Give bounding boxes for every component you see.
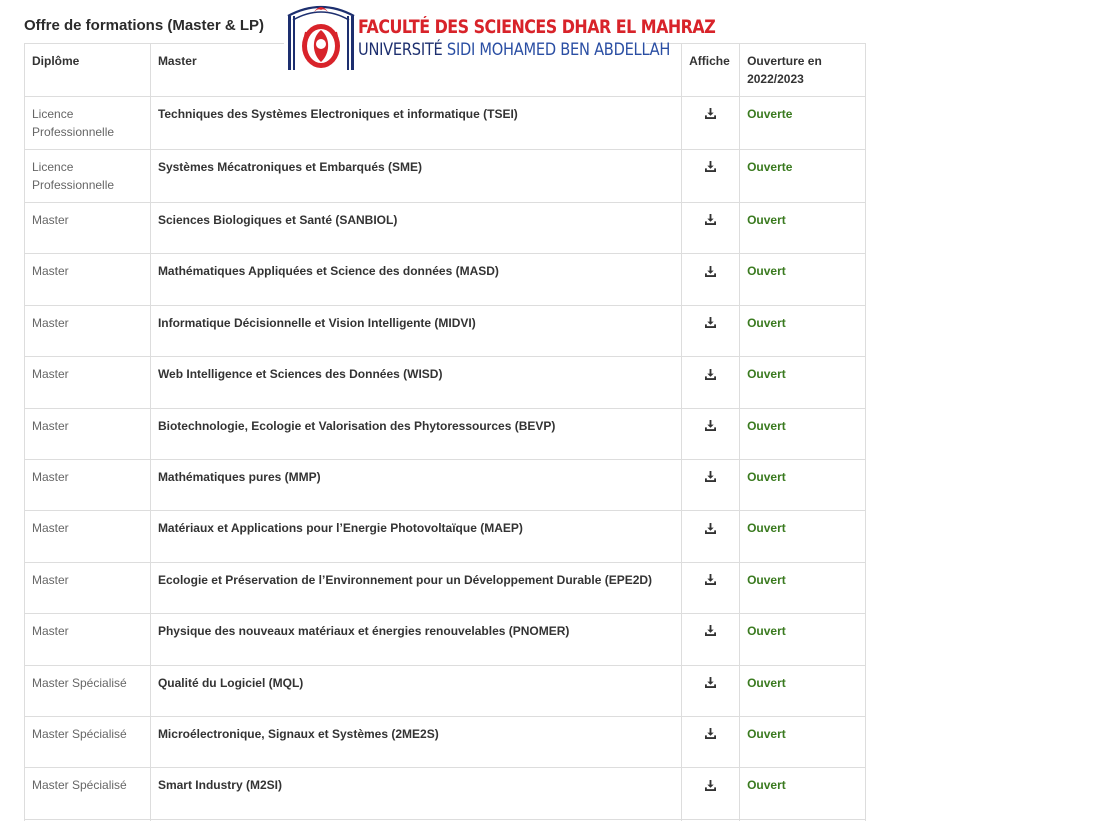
cell-diplome: Master Spécialisé xyxy=(24,767,151,820)
cell-affiche[interactable] xyxy=(681,304,741,358)
download-icon[interactable] xyxy=(705,161,717,173)
cell-affiche[interactable] xyxy=(681,715,741,769)
download-icon[interactable] xyxy=(705,317,717,329)
download-icon[interactable] xyxy=(705,574,717,586)
cell-master: Mathématiques pures (MMP) xyxy=(149,458,683,512)
cell-diplome: Master xyxy=(24,458,151,512)
cell-status: Ouvert xyxy=(739,561,866,615)
faculty-logo: FACULTÉ DES SCIENCES DHAR EL MAHRAZ UNIV… xyxy=(284,2,716,76)
table-row: Master Ecologie et Préservation de l’Envi… xyxy=(24,561,866,615)
cell-diplome: Master xyxy=(24,253,151,306)
cell-affiche[interactable] xyxy=(681,458,741,512)
table-row: Licence Professionnelle Systèmes Mécatron… xyxy=(24,149,866,203)
cell-master: Techniques des Systèmes Electroniques et… xyxy=(149,96,683,150)
cell-diplome: Master Spécialisé xyxy=(24,664,151,717)
page: Offre de formations (Master & LP) Diplôm… xyxy=(0,0,1099,821)
cell-status: Ouvert xyxy=(739,510,866,563)
cell-status: Ouvert xyxy=(739,304,866,358)
cell-master: Mathématiques Appliquées et Science des … xyxy=(149,253,683,306)
cell-master: Microélectronique, Signaux et Systèmes (… xyxy=(149,715,683,769)
cell-status: Ouvert xyxy=(739,356,866,409)
cell-affiche[interactable] xyxy=(681,407,741,460)
cell-master: Sciences Biologiques et Santé (SANBIOL) xyxy=(149,201,683,255)
table-row: Master Matériaux et Applications pour l’E… xyxy=(24,510,866,563)
cell-diplome: Licence Professionnelle xyxy=(24,96,151,150)
table-row: Master Spécialisé Microélectronique, Sign… xyxy=(24,715,866,769)
cell-status: Ouvert xyxy=(739,767,866,820)
table-row: Master Informatique Décisionnelle et Visi… xyxy=(24,304,866,358)
download-icon[interactable] xyxy=(705,108,717,120)
cell-master: Informatique Décisionnelle et Vision Int… xyxy=(149,304,683,358)
cell-status: Ouvert xyxy=(739,201,866,255)
table-row: Master Spécialisé Qualité du Logiciel (MQ… xyxy=(24,664,866,717)
cell-master: Smart Industry (M2SI) xyxy=(149,767,683,820)
logo-subtitle-name: SIDI MOHAMED BEN ABDELLAH xyxy=(446,39,671,60)
cell-affiche[interactable] xyxy=(681,96,741,150)
cell-status: Ouvert xyxy=(739,613,866,666)
cell-status: Ouverte xyxy=(739,149,866,203)
table-row: Master Mathématiques pures (MMP) Ouvert xyxy=(24,458,866,512)
university-emblem-icon xyxy=(287,6,355,70)
table-row: Master Biotechnologie, Ecologie et Valori… xyxy=(24,407,866,460)
download-icon[interactable] xyxy=(705,368,717,380)
table-row: Master Spécialisé Smart Industry (M2SI) Ou… xyxy=(24,767,866,820)
cell-affiche[interactable] xyxy=(681,613,741,666)
table-row: Licence Professionnelle Techniques des Sy… xyxy=(24,96,866,150)
cell-affiche[interactable] xyxy=(681,201,741,255)
download-icon[interactable] xyxy=(705,676,717,688)
download-icon[interactable] xyxy=(705,265,717,277)
cell-diplome: Master xyxy=(24,304,151,358)
cell-affiche[interactable] xyxy=(681,510,741,563)
cell-affiche[interactable] xyxy=(681,767,741,820)
cell-master: Physique des nouveaux matériaux et énerg… xyxy=(149,613,683,666)
cell-affiche[interactable] xyxy=(681,664,741,717)
cell-status: Ouvert xyxy=(739,407,866,460)
formations-table: Diplôme Master Affiche Ouverture en 2022… xyxy=(24,43,866,821)
cell-affiche[interactable] xyxy=(681,356,741,409)
logo-subtitle-prefix: UNIVERSITÉ xyxy=(358,39,447,60)
section-title: Offre de formations (Master & LP) xyxy=(24,17,265,34)
cell-master: Matériaux et Applications pour l’Energie… xyxy=(149,510,683,563)
cell-master: Web Intelligence et Sciences des Données… xyxy=(149,356,683,409)
table-row: Master Web Intelligence et Sciences des D… xyxy=(24,356,866,409)
cell-diplome: Master xyxy=(24,201,151,255)
table-row: Master Sciences Biologiques et Santé (SAN… xyxy=(24,201,866,255)
cell-status: Ouvert xyxy=(739,458,866,512)
cell-status: Ouverte xyxy=(739,96,866,150)
cell-diplome: Master xyxy=(24,613,151,666)
cell-diplome: Master xyxy=(24,356,151,409)
cell-diplome: Master xyxy=(24,407,151,460)
column-header-diplome: Diplôme xyxy=(24,43,151,97)
download-icon[interactable] xyxy=(705,779,717,791)
cell-diplome: Master Spécialisé xyxy=(24,715,151,769)
cell-master: Qualité du Logiciel (MQL) xyxy=(149,664,683,717)
cell-status: Ouvert xyxy=(739,253,866,306)
download-icon[interactable] xyxy=(705,214,717,226)
cell-status: Ouvert xyxy=(739,715,866,769)
cell-affiche[interactable] xyxy=(681,253,741,306)
cell-diplome: Licence Professionnelle xyxy=(24,149,151,203)
table-row: Master Mathématiques Appliquées et Scienc… xyxy=(24,253,866,306)
cell-diplome: Master xyxy=(24,561,151,615)
cell-master: Systèmes Mécatroniques et Embarqués (SME… xyxy=(149,149,683,203)
cell-master: Ecologie et Préservation de l’Environnem… xyxy=(149,561,683,615)
download-icon[interactable] xyxy=(705,522,717,534)
download-icon[interactable] xyxy=(705,471,717,483)
cell-status: Ouvert xyxy=(739,664,866,717)
cell-diplome: Master xyxy=(24,510,151,563)
cell-master: Biotechnologie, Ecologie et Valorisation… xyxy=(149,407,683,460)
logo-title: FACULTÉ DES SCIENCES DHAR EL MAHRAZ xyxy=(358,17,716,39)
logo-subtitle: UNIVERSITÉ SIDI MOHAMED BEN ABDELLAH xyxy=(358,39,715,60)
cell-affiche[interactable] xyxy=(681,561,741,615)
cell-affiche[interactable] xyxy=(681,149,741,203)
download-icon[interactable] xyxy=(705,625,717,637)
download-icon[interactable] xyxy=(705,728,717,740)
table-row: Master Physique des nouveaux matériaux et… xyxy=(24,613,866,666)
download-icon[interactable] xyxy=(705,419,717,431)
